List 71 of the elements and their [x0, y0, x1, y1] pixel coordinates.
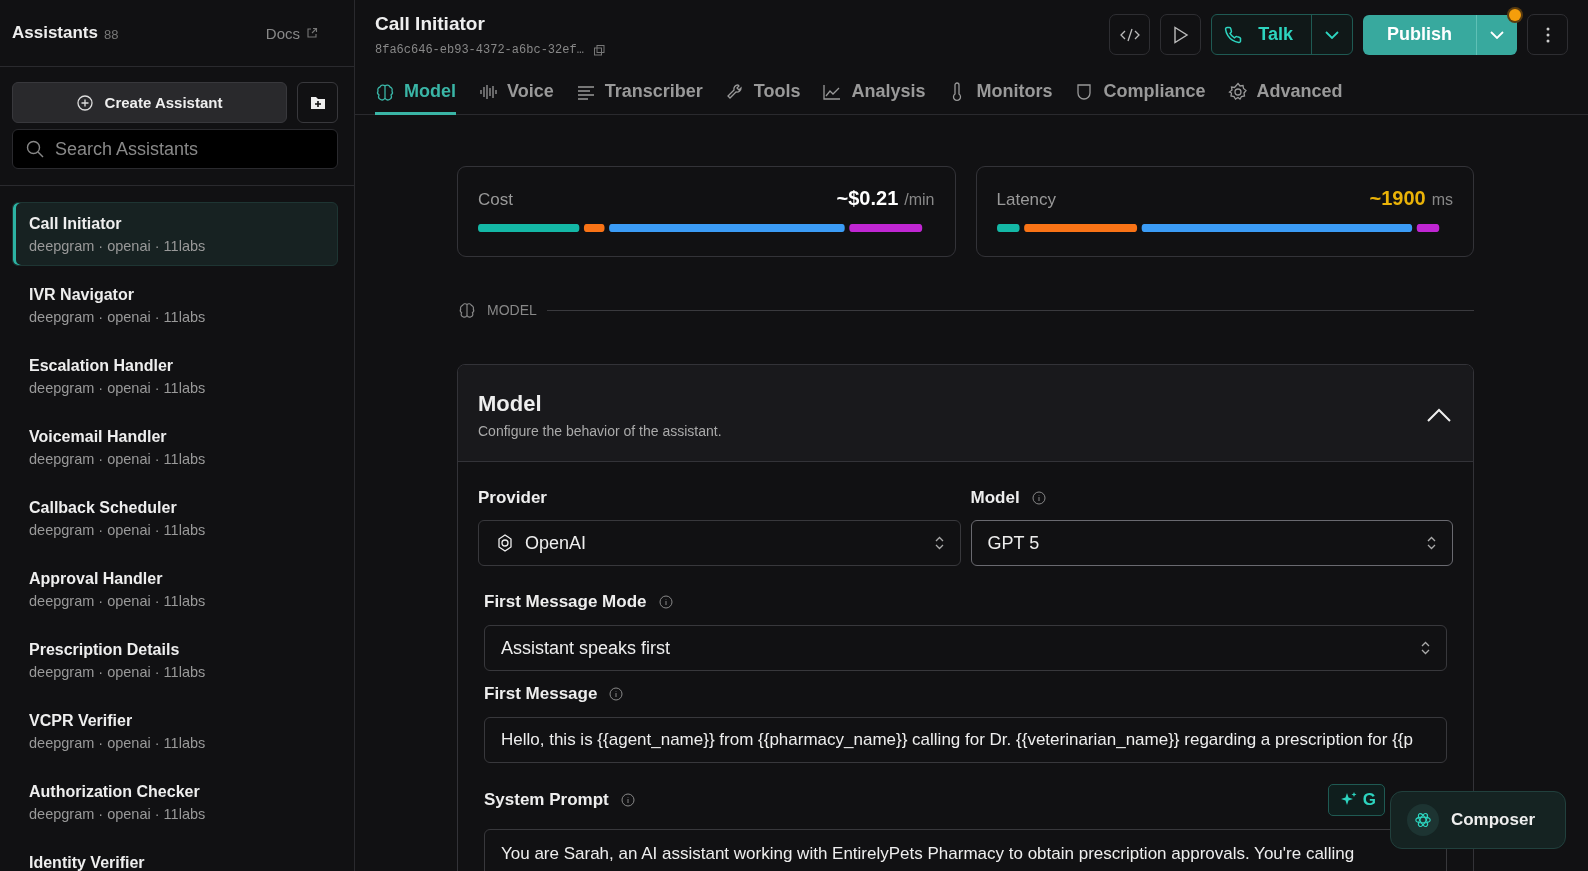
- plus-circle-icon: [76, 94, 93, 111]
- metric-label: Cost: [478, 190, 513, 210]
- assistant-list-item[interactable]: IVR Navigator deepgram · openai · 11labs: [12, 273, 338, 337]
- tab[interactable]: Transcriber: [575, 81, 703, 115]
- play-icon: [1172, 25, 1189, 44]
- folder-plus-icon: [309, 95, 326, 110]
- provider-select[interactable]: OpenAI: [478, 520, 961, 566]
- assistant-list-item[interactable]: Prescription Details deepgram · openai · 11labs: [12, 628, 338, 692]
- tab[interactable]: Advanced: [1227, 81, 1343, 115]
- metric-label: Latency: [996, 190, 1057, 210]
- tab[interactable]: Compliance: [1074, 81, 1206, 115]
- field-label: Provider: [478, 488, 548, 508]
- info-icon: [620, 793, 635, 807]
- generate-button[interactable]: G: [1327, 784, 1385, 816]
- field-label: Model: [970, 488, 1020, 508]
- create-assistant-button[interactable]: Create Assistant: [12, 82, 287, 123]
- sidebar-title: Assistants: [12, 23, 98, 43]
- code-icon: [1119, 27, 1140, 42]
- tab[interactable]: Model: [375, 81, 456, 115]
- info-icon: [609, 687, 624, 701]
- chevron-up-down-icon: [1421, 641, 1430, 655]
- field-label: System Prompt: [484, 790, 609, 810]
- assistant-list-item[interactable]: Voicemail Handler deepgram · openai · 11labs: [12, 415, 338, 479]
- tab[interactable]: Analysis: [822, 81, 926, 115]
- copy-icon[interactable]: [593, 44, 605, 56]
- first-message-field[interactable]: Hello, this is {{agent_name}} from {{pharmacy_name}} calling for Dr. {{veterinarian_name}} regarding a prescription for {{p: [484, 717, 1447, 763]
- composer-button[interactable]: Composer: [1389, 791, 1566, 849]
- play-button[interactable]: [1160, 14, 1202, 55]
- field-label: First Message: [484, 684, 598, 704]
- first-message-mode-select[interactable]: Assistant speaks first: [484, 625, 1447, 671]
- tab[interactable]: Voice: [478, 81, 554, 115]
- atom-icon: [1413, 811, 1432, 829]
- metric-unit: ms: [1431, 191, 1453, 209]
- model-select[interactable]: GPT 5: [970, 520, 1453, 566]
- metric-unit: /min: [904, 191, 935, 209]
- gear-icon: [1227, 81, 1248, 102]
- assistant-list-item[interactable]: Callback Scheduler deepgram · openai · 11labs: [12, 486, 338, 550]
- field-label: First Message Mode: [484, 592, 647, 612]
- chevron-down-icon: [1325, 30, 1339, 39]
- assistant-list-item[interactable]: VCPR Verifier deepgram · openai · 11labs: [12, 699, 338, 763]
- chevron-up-down-icon: [1427, 536, 1436, 550]
- search-field[interactable]: Search Assistants: [12, 129, 338, 169]
- docs-link[interactable]: Docs: [265, 24, 300, 42]
- assistant-count: 88: [104, 27, 119, 42]
- provider-logo-icon: [495, 533, 515, 553]
- chevron-down-icon: [1490, 30, 1504, 39]
- chevron-up-down-icon: [934, 536, 944, 550]
- section-label: MODEL: [487, 302, 537, 318]
- assistant-list-item[interactable]: Identity Verifier: [12, 841, 338, 871]
- assistant-list-item[interactable]: Escalation Handler deepgram · openai · 11labs: [12, 344, 338, 408]
- metric-value: ~$0.21: [836, 187, 899, 210]
- brain-icon: [375, 81, 395, 102]
- external-link-icon: [306, 27, 318, 39]
- new-folder-button[interactable]: [297, 82, 338, 123]
- metric-value: ~1900: [1369, 187, 1426, 210]
- assistant-list-item[interactable]: Call Initiator deepgram · openai · 11labs: [12, 202, 338, 266]
- tab[interactable]: Monitors: [947, 81, 1053, 115]
- tab[interactable]: Tools: [724, 81, 801, 115]
- code-button[interactable]: [1109, 14, 1151, 55]
- assistant-title: Call Initiator: [375, 13, 486, 35]
- brain-icon: [457, 301, 477, 319]
- phone-icon: [1224, 25, 1243, 44]
- assistant-list-item[interactable]: Authorization Checker deepgram · openai · 11labs: [12, 770, 338, 834]
- collapse-icon[interactable]: [1427, 408, 1451, 422]
- info-icon: [1031, 491, 1046, 505]
- panel-title: Model: [478, 391, 543, 417]
- panel-subtitle: Configure the behavior of the assistant.: [478, 423, 722, 439]
- assistant-id: 8fa6c646-eb93-4372-a6bc-32ef…: [375, 43, 584, 57]
- info-icon: [658, 595, 673, 609]
- assistant-list-item[interactable]: Approval Handler deepgram · openai · 11labs: [12, 557, 338, 621]
- more-icon: [1545, 26, 1550, 43]
